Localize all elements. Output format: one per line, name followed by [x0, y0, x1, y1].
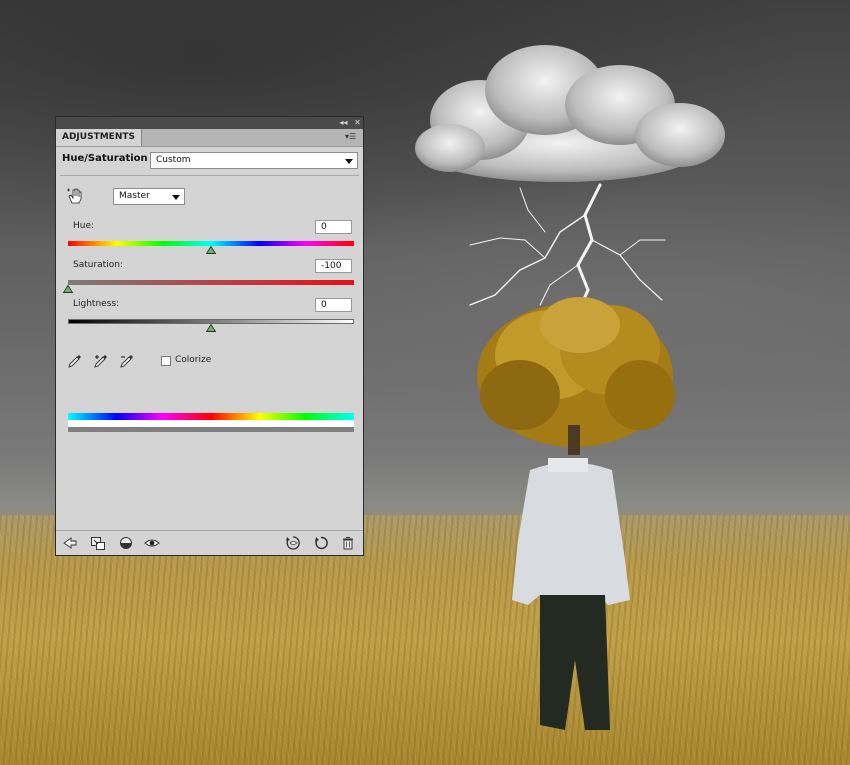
view-previous-state-icon[interactable] — [285, 535, 301, 551]
adjustments-panel: ◂◂ ✕ ADJUSTMENTS ▾☰ Hue/Saturation Custo… — [55, 116, 364, 556]
close-icon[interactable]: ✕ — [352, 118, 363, 128]
panel-menu-icon[interactable]: ▾☰ — [345, 132, 359, 142]
trash-icon[interactable] — [340, 535, 356, 551]
person — [512, 458, 630, 730]
hue-value-field[interactable]: 0 — [315, 220, 352, 234]
eyedropper-add-icon[interactable] — [93, 353, 109, 369]
colorize-checkbox[interactable] — [161, 356, 171, 366]
on-image-adjust-icon[interactable] — [66, 187, 84, 205]
channel-select-value: Master — [119, 191, 150, 201]
reset-icon[interactable] — [313, 535, 329, 551]
panel-footer — [56, 530, 363, 555]
adjustment-title: Hue/Saturation — [62, 153, 148, 164]
panel-titlebar[interactable]: ◂◂ ✕ — [56, 117, 363, 129]
back-arrow-icon[interactable] — [62, 535, 78, 551]
panel-tab-row: ADJUSTMENTS ▾☰ — [56, 129, 363, 147]
hue-label: Hue: — [73, 221, 95, 231]
preset-select-value: Custom — [156, 155, 191, 165]
saturation-slider-track[interactable] — [68, 280, 354, 285]
range-bar — [68, 427, 354, 432]
collapse-icon[interactable]: ◂◂ — [338, 118, 349, 128]
saturation-label: Saturation: — [73, 260, 123, 270]
tab-adjustments[interactable]: ADJUSTMENTS — [56, 129, 142, 146]
input-color-bar — [68, 413, 354, 420]
divider — [60, 175, 359, 176]
preset-select[interactable]: Custom — [150, 152, 358, 169]
layer-visibility-toggle-icon[interactable] — [118, 535, 134, 551]
channel-select[interactable]: Master — [113, 188, 185, 205]
eye-icon[interactable] — [144, 535, 160, 551]
lightness-value-field[interactable]: 0 — [315, 298, 352, 312]
clip-to-layer-icon[interactable] — [90, 535, 106, 551]
lightness-label: Lightness: — [73, 299, 120, 309]
eyedropper-subtract-icon[interactable] — [119, 353, 135, 369]
colorize-label: Colorize — [175, 355, 212, 365]
output-color-bar — [68, 420, 354, 427]
tree-crown — [477, 297, 675, 447]
chevron-down-icon — [345, 159, 353, 164]
chevron-down-icon — [172, 195, 180, 200]
eyedropper-icon[interactable] — [67, 353, 83, 369]
tree-trunk — [568, 425, 580, 455]
saturation-value-field[interactable]: -100 — [315, 259, 352, 273]
